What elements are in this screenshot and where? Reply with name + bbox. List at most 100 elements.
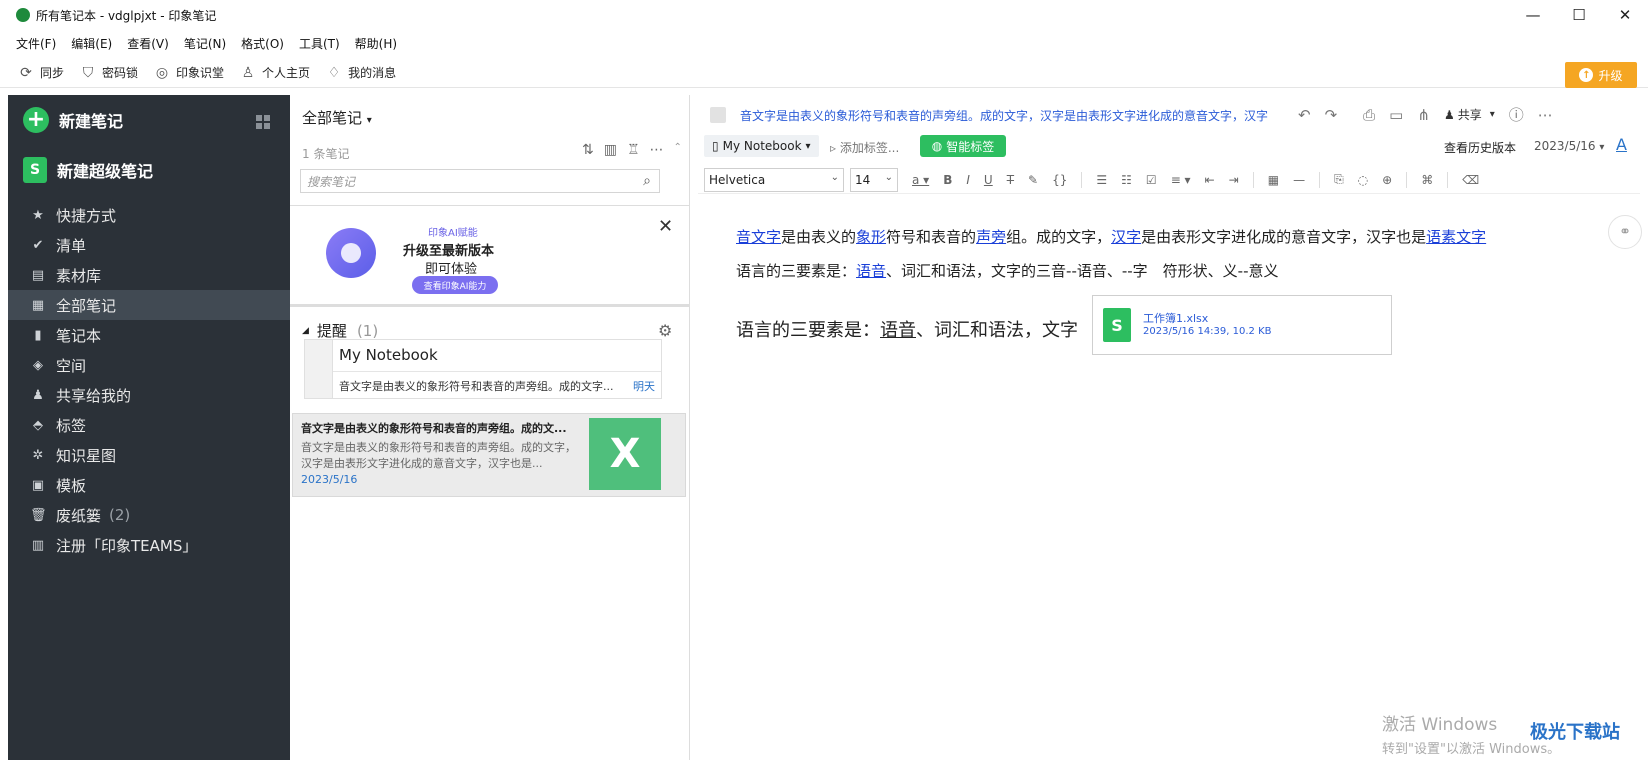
messages-button[interactable]: ♢ 我的消息 bbox=[326, 64, 396, 81]
reminder-filter-icon[interactable]: ♖ bbox=[627, 142, 640, 158]
sidebar-item-knowledge-graph[interactable]: ✲ 知识星图 bbox=[8, 440, 290, 470]
sidebar-item-all-notes[interactable]: ▦ 全部笔记 bbox=[8, 290, 290, 320]
menu-tools[interactable]: 工具(T) bbox=[299, 35, 340, 52]
new-super-note-button[interactable]: S 新建超级笔记 bbox=[23, 157, 153, 183]
link-radical[interactable]: 声旁 bbox=[976, 228, 1006, 246]
sidebar-item-shortcuts[interactable]: ★ 快捷方式 bbox=[8, 200, 290, 230]
ai-promo-banner: 印象AI赋能 升级至最新版本 即可体验 查看印象AI能力 ✕ bbox=[290, 205, 690, 307]
link-icon[interactable]: ⚭ bbox=[1608, 215, 1642, 249]
sidebar-item-materials[interactable]: ▤ 素材库 bbox=[8, 260, 290, 290]
bullet-list-icon[interactable]: ☰ bbox=[1096, 173, 1107, 187]
indent-icon[interactable]: ⇥ bbox=[1229, 173, 1239, 187]
link-pictograph[interactable]: 象形 bbox=[856, 228, 886, 246]
view-mode-icon[interactable]: ▥ bbox=[604, 142, 617, 158]
share-button[interactable]: ♟ 共享 ▾ bbox=[1444, 106, 1495, 123]
bold-icon[interactable]: B bbox=[943, 173, 952, 187]
attachment-card[interactable]: S 工作簿1.xlsx 2023/5/16 14:39, 10.2 KB bbox=[1092, 295, 1392, 355]
attachment-icon[interactable]: ⎘ bbox=[1334, 172, 1344, 187]
link-phonetic[interactable]: 音文字 bbox=[736, 228, 781, 246]
numbered-list-icon[interactable]: ☷ bbox=[1121, 173, 1132, 187]
sync-button[interactable]: ⟳ 同步 bbox=[18, 64, 64, 81]
promo-ai-button[interactable]: 查看印象AI能力 bbox=[412, 276, 498, 294]
menu-note[interactable]: 笔记(N) bbox=[184, 35, 226, 52]
maximize-button[interactable]: ☐ bbox=[1556, 0, 1602, 30]
collapse-triangle-icon: ◢ bbox=[302, 325, 309, 336]
reminder-due[interactable]: 明天 bbox=[633, 378, 655, 394]
sidebar-item-label: 知识星图 bbox=[56, 446, 117, 465]
attachment-meta: 2023/5/16 14:39, 10.2 KB bbox=[1143, 326, 1272, 337]
menu-view[interactable]: 查看(V) bbox=[127, 35, 169, 52]
code-icon[interactable]: {} bbox=[1052, 173, 1067, 187]
collapse-up-icon[interactable]: ⌃ bbox=[674, 142, 682, 158]
sidebar-item-notebooks[interactable]: ▮ 笔记本 bbox=[8, 320, 290, 350]
menu-file[interactable]: 文件(F) bbox=[16, 35, 56, 52]
smart-tag-button[interactable]: ◍ 智能标签 bbox=[920, 135, 1006, 157]
academy-button[interactable]: ◎ 印象识堂 bbox=[154, 64, 224, 81]
note-title-field[interactable]: 音文字是由表义的象形符号和表音的声旁组。成的文字，汉字是由表形文字进化成的意音文… bbox=[740, 107, 1292, 124]
sidebar-item-label: 清单 bbox=[56, 236, 87, 255]
checkbox-icon[interactable]: ☑ bbox=[1146, 173, 1157, 187]
sort-icon[interactable]: ⇅ bbox=[582, 142, 594, 158]
undo-icon[interactable]: ↶ bbox=[1298, 106, 1311, 124]
italic-icon[interactable]: I bbox=[966, 173, 970, 187]
gear-icon[interactable]: ⚙ bbox=[658, 321, 672, 340]
link-morpheme[interactable]: 语素文字 bbox=[1426, 228, 1486, 246]
font-style-icon[interactable]: A bbox=[1616, 135, 1627, 154]
add-tag-input[interactable]: ▹ 添加标签... bbox=[830, 139, 899, 156]
sidebar-item-teams[interactable]: ▥ 注册「印象TEAMS」 bbox=[8, 530, 290, 560]
notebook-selector[interactable]: ▯ My Notebook ▾ bbox=[704, 135, 819, 157]
note-date-selector[interactable]: 2023/5/16 ▾ bbox=[1534, 139, 1604, 153]
outdent-icon[interactable]: ⇤ bbox=[1205, 173, 1215, 187]
menu-edit[interactable]: 编辑(E) bbox=[71, 35, 112, 52]
note-list-item[interactable]: 音文字是由表义的象形符号和表音的声旁组。成的文... 音文字是由表义的象形符号和… bbox=[292, 413, 686, 497]
link-hanzi[interactable]: 汉字 bbox=[1111, 228, 1141, 246]
present-icon[interactable]: ▭ bbox=[1389, 106, 1403, 124]
highlight-icon[interactable]: ✎ bbox=[1028, 173, 1038, 187]
info-icon[interactable]: ⓘ bbox=[1509, 104, 1524, 125]
profile-button[interactable]: ♙ 个人主页 bbox=[240, 64, 310, 81]
sidebar-item-shared[interactable]: ♟ 共享给我的 bbox=[8, 380, 290, 410]
close-button[interactable]: ✕ bbox=[1602, 0, 1648, 30]
sidebar-item-checklist[interactable]: ✔ 清单 bbox=[8, 230, 290, 260]
strikethrough-icon[interactable]: T bbox=[1007, 173, 1014, 187]
font-family-select[interactable]: Helvetica ⌄ bbox=[704, 167, 844, 192]
reminders-header[interactable]: ◢ 提醒 (1) bbox=[302, 320, 378, 341]
link-icon[interactable]: ⌘ bbox=[1421, 173, 1433, 187]
upgrade-button[interactable]: ↑ 升级 bbox=[1565, 62, 1637, 88]
redo-icon[interactable]: ↷ bbox=[1325, 106, 1338, 124]
share-icon[interactable]: ⋔ bbox=[1417, 106, 1430, 124]
link-speech[interactable]: 语音 bbox=[856, 262, 886, 280]
divider-icon[interactable]: — bbox=[1293, 173, 1305, 187]
note-list-header[interactable]: 全部笔记 ▾ bbox=[302, 107, 372, 128]
note-editor: 音文字是由表义的象形符号和表音的声旁组。成的文字，汉字是由表形文字进化成的意音文… bbox=[698, 95, 1642, 760]
audio-icon[interactable]: ◌ bbox=[1358, 173, 1368, 187]
note-icon: ▦ bbox=[31, 297, 45, 313]
close-icon[interactable]: ✕ bbox=[658, 216, 673, 237]
sidebar-item-trash[interactable]: 🗑︎ 废纸篓 (2) bbox=[8, 500, 290, 530]
text-color-icon[interactable]: a ▾ bbox=[912, 173, 929, 187]
more-icon[interactable]: ⋯ bbox=[650, 142, 664, 158]
people-icon: ♟ bbox=[1443, 107, 1455, 122]
print-icon[interactable]: ⎙ bbox=[1363, 106, 1375, 124]
menu-format[interactable]: 格式(O) bbox=[241, 35, 284, 52]
search-icon[interactable]: ⌕ bbox=[643, 173, 651, 189]
clear-format-icon[interactable]: ⌫ bbox=[1462, 173, 1479, 187]
underline-icon[interactable]: U bbox=[984, 173, 993, 187]
minimize-button[interactable]: — bbox=[1510, 0, 1556, 30]
new-note-button[interactable]: + 新建笔记 bbox=[23, 107, 123, 133]
search-notes-input[interactable]: 搜索笔记 ⌕ bbox=[300, 169, 660, 193]
reminder-card[interactable]: My Notebook 音文字是由表义的象形符号和表音的声旁组。成的文字... … bbox=[304, 339, 662, 399]
align-icon[interactable]: ≡ ▾ bbox=[1171, 173, 1191, 187]
table-icon[interactable]: ▦ bbox=[1268, 173, 1279, 187]
sidebar-item-tags[interactable]: ⬘ 标签 bbox=[8, 410, 290, 440]
sidebar-item-templates[interactable]: ▣ 模板 bbox=[8, 470, 290, 500]
history-button[interactable]: 查看历史版本 bbox=[1444, 139, 1516, 156]
template-icon[interactable]: ⊕ bbox=[1382, 173, 1392, 187]
grid-view-icon[interactable] bbox=[256, 115, 270, 129]
font-size-select[interactable]: 14 ⌄ bbox=[850, 167, 898, 192]
password-lock-button[interactable]: ⛉ 密码锁 bbox=[80, 64, 138, 81]
more-icon[interactable]: ⋯ bbox=[1538, 106, 1553, 124]
graph-icon: ✲ bbox=[32, 447, 44, 463]
sidebar-item-spaces[interactable]: ◈ 空间 bbox=[8, 350, 290, 380]
menu-help[interactable]: 帮助(H) bbox=[355, 35, 397, 52]
